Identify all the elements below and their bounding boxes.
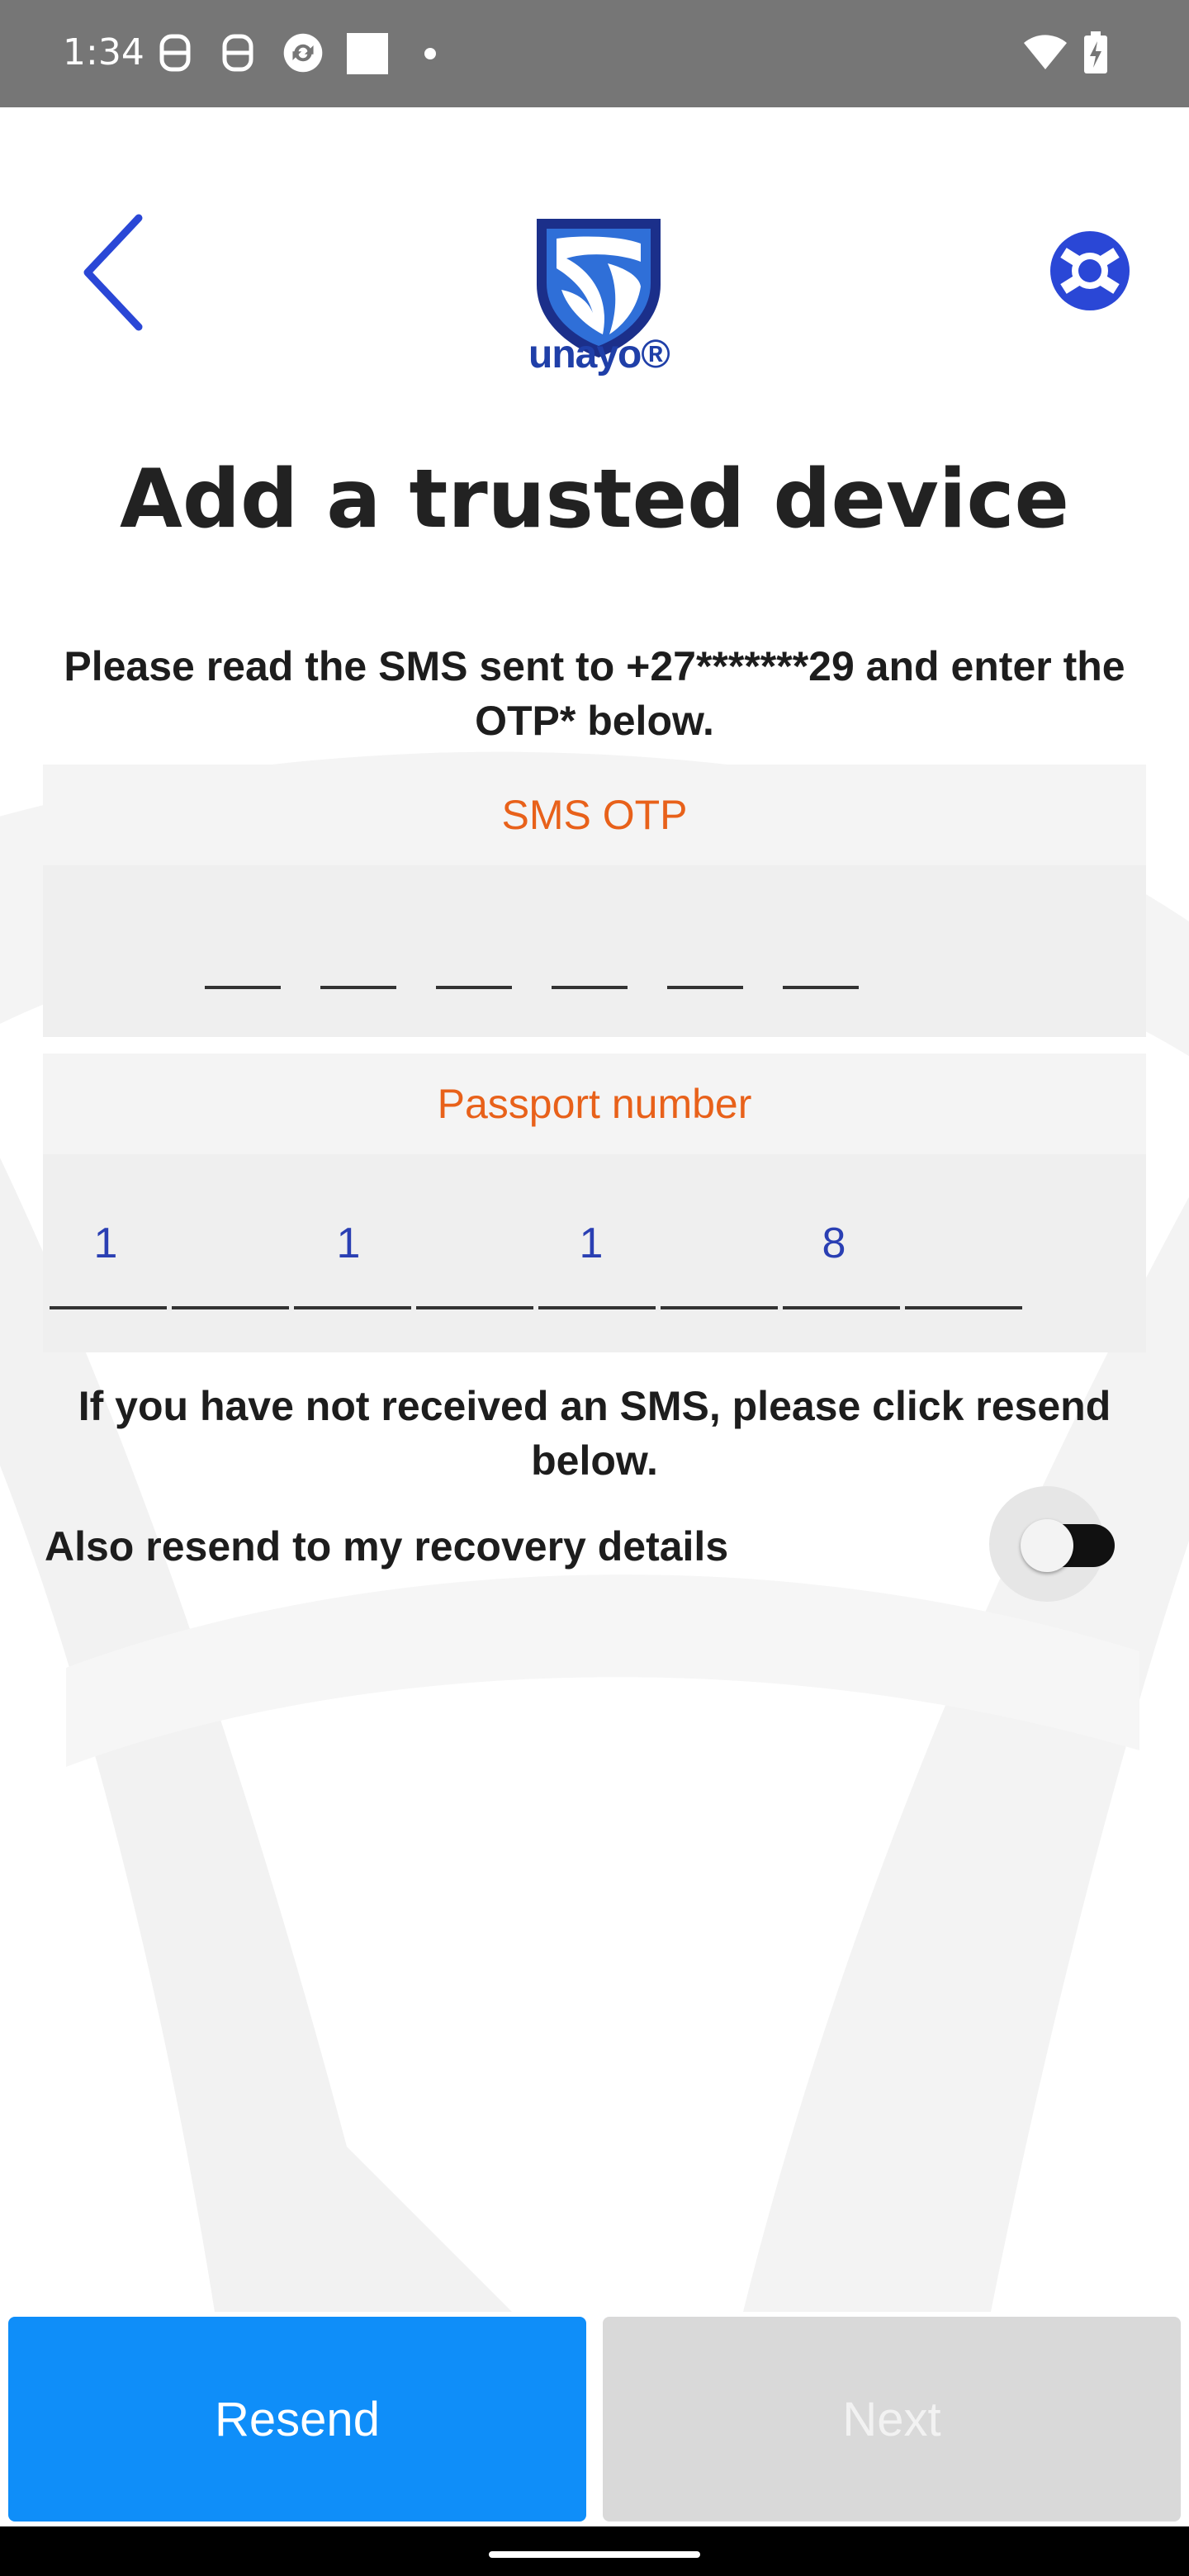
s-icon [159,34,191,72]
otp-slot[interactable] [783,986,859,989]
battery-icon [1084,31,1107,73]
otp-instructions: Please read the SMS sent to +27*******29… [64,643,1125,744]
passport-slot[interactable] [416,1306,533,1309]
otp-slot[interactable] [667,986,743,989]
passport-number-field[interactable]: Passport number 1 1 1 8 [43,1054,1146,1352]
passport-slots[interactable] [50,1306,1022,1309]
s-icon [222,34,253,72]
passport-slot[interactable] [294,1306,411,1309]
passport-slot[interactable] [172,1306,289,1309]
next-button[interactable]: Next [603,2317,1181,2522]
passport-number-label: Passport number [43,1054,1146,1154]
passport-slot[interactable] [905,1306,1022,1309]
chevron-left-icon [83,214,143,331]
status-time: 1:34 [63,31,144,73]
help-button[interactable] [1047,228,1133,314]
passport-slot[interactable] [50,1306,167,1309]
otp-slot[interactable] [436,986,512,989]
resend-note: If you have not received an SMS, please … [78,1383,1111,1484]
sync-icon [283,33,323,73]
passport-digits: 1 1 1 8 [43,1219,1146,1285]
sms-otp-label: SMS OTP [43,765,1146,865]
lifebuoy-icon [1050,231,1130,310]
passport-digit: 1 [336,1219,361,1267]
otp-slots[interactable] [205,986,859,989]
passport-slot[interactable] [783,1306,900,1309]
passport-digit: 8 [822,1219,846,1267]
recovery-toggle-label: Also resend to my recovery details [45,1523,729,1570]
square-icon [347,33,388,74]
home-gesture-handle[interactable] [489,2551,700,2558]
resend-button[interactable]: Resend [8,2317,586,2522]
otp-slot[interactable] [552,986,628,989]
page-title: Add a trusted device [119,452,1070,547]
passport-digit: 1 [579,1219,604,1267]
brand-logo-text: unayo® [528,333,670,376]
dot-icon [424,48,436,59]
sms-otp-field[interactable]: SMS OTP [43,765,1146,1037]
otp-slot[interactable] [320,986,396,989]
back-button[interactable] [74,206,157,339]
toggle-thumb[interactable] [1021,1519,1073,1572]
passport-slot[interactable] [538,1306,656,1309]
passport-slot[interactable] [661,1306,778,1309]
otp-slot[interactable] [205,986,281,989]
status-bar: 1:34 [0,0,1189,107]
wifi-icon [1024,35,1067,69]
passport-digit: 1 [93,1219,118,1267]
